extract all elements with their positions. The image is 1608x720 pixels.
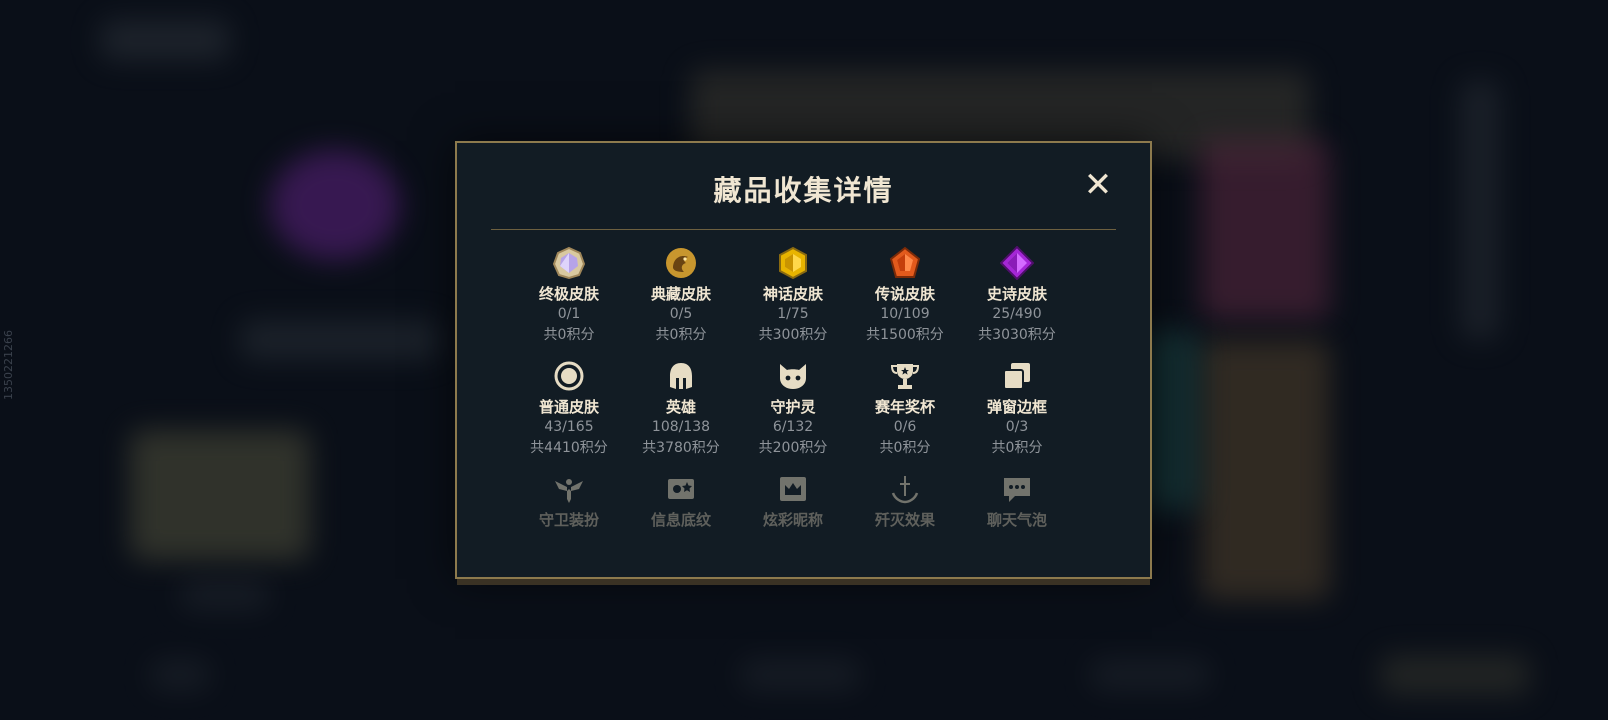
close-button[interactable]: ✕ <box>1080 167 1116 203</box>
collection-item-legendary-skin[interactable]: 传说皮肤 10/109 共1500积分 <box>849 245 961 346</box>
item-label: 传说皮肤 <box>874 285 935 303</box>
item-label: 守护灵 <box>770 398 816 416</box>
side-id-text: 1350221266 <box>2 330 15 400</box>
item-count: 1/75 <box>777 306 809 322</box>
item-count: 25/490 <box>992 306 1042 322</box>
item-count: 108/138 <box>651 419 711 435</box>
item-count: 0/3 <box>1005 419 1029 435</box>
epic-gem-icon <box>1000 246 1034 280</box>
ultimate-gem-icon <box>552 246 586 280</box>
frames-icon <box>1003 363 1030 390</box>
item-label: 英雄 <box>665 398 696 416</box>
collection-item-chat-bubble[interactable]: 聊天气泡 <box>961 471 1073 530</box>
item-count: 0/5 <box>669 306 693 322</box>
collection-item-collector-skin[interactable]: 典藏皮肤 0/5 共0积分 <box>625 245 737 346</box>
mythic-gem-icon <box>779 246 807 280</box>
item-label: 普通皮肤 <box>538 398 599 416</box>
collection-item-epic-skin[interactable]: 史诗皮肤 25/490 共3030积分 <box>961 245 1073 346</box>
item-label: 歼灭效果 <box>874 511 935 529</box>
title-divider <box>491 229 1116 230</box>
dragon-emblem-icon <box>666 248 696 278</box>
item-label: 守卫装扮 <box>538 511 599 529</box>
item-points: 共200积分 <box>758 440 828 456</box>
collection-item-season-trophy[interactable]: 赛年奖杯 0/6 共0积分 <box>849 358 961 459</box>
item-label: 终极皮肤 <box>538 285 599 303</box>
item-label: 炫彩昵称 <box>762 511 823 529</box>
collection-item-profile-banner[interactable]: 信息底纹 <box>625 471 737 530</box>
critter-icon <box>780 364 806 389</box>
item-label: 弹窗边框 <box>986 398 1047 416</box>
collection-item-champion[interactable]: 英雄 108/138 共3780积分 <box>625 358 737 459</box>
trophy-icon <box>890 364 920 389</box>
sword-icon <box>891 476 919 504</box>
item-points: 共300积分 <box>758 327 828 343</box>
item-count: 6/132 <box>772 419 814 435</box>
item-count: 43/165 <box>544 419 594 435</box>
item-label: 赛年奖杯 <box>874 398 935 416</box>
item-points: 共0积分 <box>655 327 707 343</box>
item-label: 史诗皮肤 <box>986 285 1047 303</box>
item-count: 0/6 <box>893 419 917 435</box>
item-points: 共0积分 <box>879 440 931 456</box>
collection-item-color-nickname[interactable]: 炫彩昵称 <box>737 471 849 530</box>
legendary-gem-icon <box>889 246 921 278</box>
collection-item-popup-frame[interactable]: 弹窗边框 0/3 共0积分 <box>961 358 1073 459</box>
item-points: 共0积分 <box>543 327 595 343</box>
item-points: 共3030积分 <box>978 327 1056 343</box>
collection-grid: 终极皮肤 0/1 共0积分 典藏皮肤 0/5 共0积分 神话皮肤 1/75 共3… <box>513 245 1073 530</box>
chat-bubble-icon <box>1004 478 1030 502</box>
item-points: 共1500积分 <box>866 327 944 343</box>
item-points: 共3780积分 <box>642 440 720 456</box>
modal-title: 藏品收集详情 <box>713 174 894 207</box>
collection-item-ultimate-skin[interactable]: 终极皮肤 0/1 共0积分 <box>513 245 625 346</box>
banner-icon <box>668 479 694 499</box>
collection-item-mythic-skin[interactable]: 神话皮肤 1/75 共300积分 <box>737 245 849 346</box>
item-points: 共4410积分 <box>530 440 608 456</box>
item-label: 典藏皮肤 <box>650 285 711 303</box>
collection-details-modal: 藏品收集详情 ✕ 终极皮肤 0/1 共0积分 典藏皮肤 0/5 共0积分 神话皮… <box>455 141 1152 579</box>
item-count: 0/1 <box>557 306 581 322</box>
item-points: 共0积分 <box>991 440 1043 456</box>
item-label: 信息底纹 <box>650 511 711 529</box>
collection-item-kill-effect[interactable]: 歼灭效果 <box>849 471 961 530</box>
item-label: 神话皮肤 <box>762 285 823 303</box>
ward-icon <box>555 479 583 503</box>
ring-icon <box>554 361 584 391</box>
collection-item-ward-skin[interactable]: 守卫装扮 <box>513 471 625 530</box>
crown-card-icon <box>780 477 806 501</box>
helmet-icon <box>670 363 692 389</box>
collection-item-regular-skin[interactable]: 普通皮肤 43/165 共4410积分 <box>513 358 625 459</box>
item-label: 聊天气泡 <box>986 511 1047 529</box>
item-count: 10/109 <box>880 306 930 322</box>
collection-item-little-legend[interactable]: 守护灵 6/132 共200积分 <box>737 358 849 459</box>
